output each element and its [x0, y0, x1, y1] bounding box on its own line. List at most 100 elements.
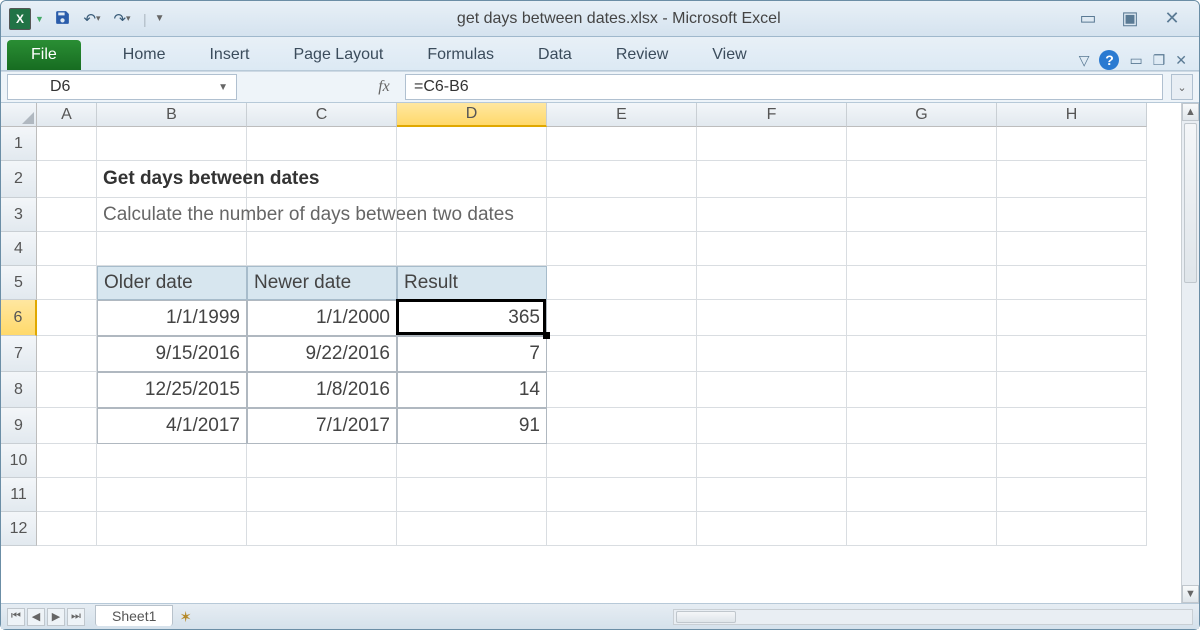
cell-H7[interactable]	[997, 336, 1147, 372]
cell-G5[interactable]	[847, 266, 997, 300]
row-header-5[interactable]: 5	[1, 266, 37, 300]
cell-A3[interactable]	[37, 198, 97, 232]
cell-H8[interactable]	[997, 372, 1147, 408]
sheet-nav-next[interactable]: ▶	[47, 608, 65, 626]
cell-F10[interactable]	[697, 444, 847, 478]
scroll-down-button[interactable]: ▼	[1182, 585, 1199, 603]
cell-H11[interactable]	[997, 478, 1147, 512]
sheet-nav-prev[interactable]: ◀	[27, 608, 45, 626]
cell-B3[interactable]: Calculate the number of days between two…	[97, 198, 247, 232]
workbook-restore-button[interactable]: ❐	[1153, 52, 1166, 69]
column-header-D[interactable]: D	[397, 103, 547, 127]
cell-G10[interactable]	[847, 444, 997, 478]
row-header-4[interactable]: 4	[1, 232, 37, 266]
hscroll-thumb[interactable]	[676, 611, 736, 623]
cell-F8[interactable]	[697, 372, 847, 408]
row-header-2[interactable]: 2	[1, 161, 37, 198]
cell-C5[interactable]: Newer date	[247, 266, 397, 300]
workbook-minimize-button[interactable]: ▭	[1129, 52, 1142, 69]
column-header-F[interactable]: F	[697, 103, 847, 127]
cell-G12[interactable]	[847, 512, 997, 546]
cell-F12[interactable]	[697, 512, 847, 546]
insert-function-button[interactable]: fx	[369, 78, 399, 96]
help-button[interactable]: ?	[1099, 50, 1119, 70]
cell-E3[interactable]	[547, 198, 697, 232]
cell-A10[interactable]	[37, 444, 97, 478]
formula-bar-expand-button[interactable]: ⌄	[1171, 74, 1193, 100]
tab-formulas[interactable]: Formulas	[405, 40, 516, 70]
cell-F2[interactable]	[697, 161, 847, 198]
cell-H3[interactable]	[997, 198, 1147, 232]
cell-D4[interactable]	[397, 232, 547, 266]
cell-H10[interactable]	[997, 444, 1147, 478]
save-button[interactable]	[49, 7, 75, 31]
cell-D10[interactable]	[397, 444, 547, 478]
cell-C8[interactable]: 1/8/2016	[247, 372, 397, 408]
formula-input[interactable]: =C6-B6	[405, 74, 1163, 100]
cell-H5[interactable]	[997, 266, 1147, 300]
cell-G2[interactable]	[847, 161, 997, 198]
cell-E6[interactable]	[547, 300, 697, 336]
row-header-9[interactable]: 9	[1, 408, 37, 444]
column-header-G[interactable]: G	[847, 103, 997, 127]
cell-D6[interactable]: 365	[397, 300, 547, 336]
cell-G8[interactable]	[847, 372, 997, 408]
file-tab[interactable]: File	[7, 40, 81, 70]
tab-data[interactable]: Data	[516, 40, 594, 70]
tab-review[interactable]: Review	[594, 40, 690, 70]
cell-A6[interactable]	[37, 300, 97, 336]
cell-A8[interactable]	[37, 372, 97, 408]
cell-A1[interactable]	[37, 127, 97, 161]
cell-A4[interactable]	[37, 232, 97, 266]
cell-B10[interactable]	[97, 444, 247, 478]
cell-A11[interactable]	[37, 478, 97, 512]
cell-A2[interactable]	[37, 161, 97, 198]
row-header-12[interactable]: 12	[1, 512, 37, 546]
cell-H9[interactable]	[997, 408, 1147, 444]
cell-D7[interactable]: 7	[397, 336, 547, 372]
cell-B8[interactable]: 12/25/2015	[97, 372, 247, 408]
cell-G9[interactable]	[847, 408, 997, 444]
tab-insert[interactable]: Insert	[187, 40, 271, 70]
qat-app-dropdown-icon[interactable]: ▼	[35, 14, 45, 24]
redo-button[interactable]: ↷▾	[109, 7, 135, 31]
minimize-button[interactable]: ▭	[1073, 9, 1103, 29]
cell-F9[interactable]	[697, 408, 847, 444]
cell-B5[interactable]: Older date	[97, 266, 247, 300]
row-header-3[interactable]: 3	[1, 198, 37, 232]
cell-D8[interactable]: 14	[397, 372, 547, 408]
cell-D1[interactable]	[397, 127, 547, 161]
tab-page-layout[interactable]: Page Layout	[271, 40, 405, 70]
cell-C9[interactable]: 7/1/2017	[247, 408, 397, 444]
cell-C6[interactable]: 1/1/2000	[247, 300, 397, 336]
maximize-button[interactable]: ▣	[1115, 9, 1145, 29]
cell-H6[interactable]	[997, 300, 1147, 336]
sheet-nav-last[interactable]: ⏭	[67, 608, 85, 626]
cell-C12[interactable]	[247, 512, 397, 546]
cell-F1[interactable]	[697, 127, 847, 161]
cell-G11[interactable]	[847, 478, 997, 512]
cell-B1[interactable]	[97, 127, 247, 161]
cell-B7[interactable]: 9/15/2016	[97, 336, 247, 372]
cell-F6[interactable]	[697, 300, 847, 336]
cell-F7[interactable]	[697, 336, 847, 372]
ribbon-minimize-icon[interactable]: ▽	[1079, 52, 1090, 69]
column-header-B[interactable]: B	[97, 103, 247, 127]
cell-B4[interactable]	[97, 232, 247, 266]
undo-button[interactable]: ↶▾	[79, 7, 105, 31]
cell-C1[interactable]	[247, 127, 397, 161]
cell-E9[interactable]	[547, 408, 697, 444]
cell-A12[interactable]	[37, 512, 97, 546]
cell-C10[interactable]	[247, 444, 397, 478]
cell-B12[interactable]	[97, 512, 247, 546]
cell-B6[interactable]: 1/1/1999	[97, 300, 247, 336]
row-header-6[interactable]: 6	[1, 300, 37, 336]
row-header-8[interactable]: 8	[1, 372, 37, 408]
cell-E1[interactable]	[547, 127, 697, 161]
cell-E8[interactable]	[547, 372, 697, 408]
cell-F3[interactable]	[697, 198, 847, 232]
cell-A5[interactable]	[37, 266, 97, 300]
cell-E5[interactable]	[547, 266, 697, 300]
tab-home[interactable]: Home	[101, 40, 188, 70]
cell-E2[interactable]	[547, 161, 697, 198]
